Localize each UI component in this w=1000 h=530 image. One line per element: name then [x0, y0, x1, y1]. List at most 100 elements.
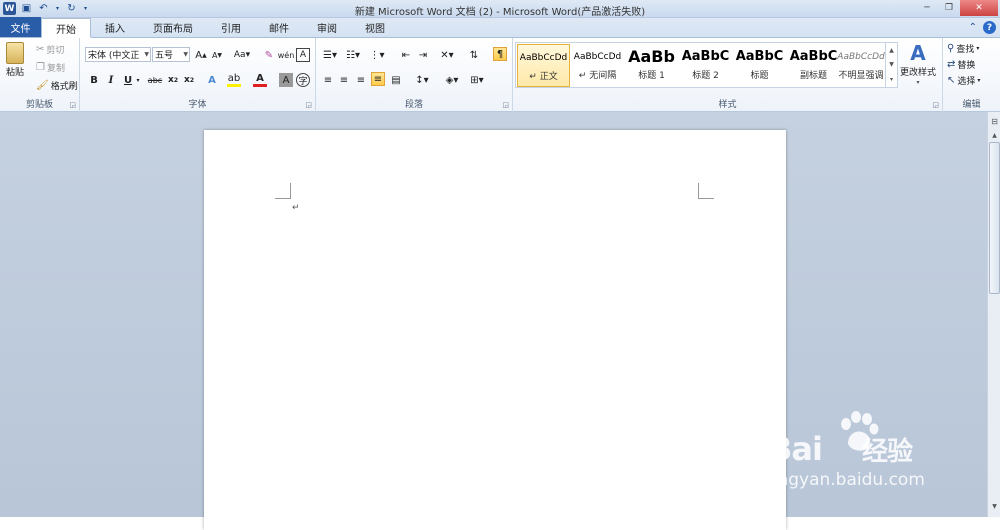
minimize-button[interactable]: ─ [916, 0, 938, 16]
clipboard-group: 粘贴 ✂ 剪切 ❐ 复制 🖌 格式刷 剪贴板 ◲ [0, 38, 80, 112]
phonetic-guide-icon[interactable]: wén [278, 48, 295, 62]
character-border-icon[interactable]: A [296, 48, 310, 62]
style-no-spacing[interactable]: AaBbCcDd ↵ 无间隔 [571, 44, 624, 87]
styles-launcher-icon[interactable]: ◲ [932, 101, 939, 109]
paste-button[interactable]: 粘贴 [6, 42, 24, 78]
paragraph-group-label: 段落 [404, 100, 423, 110]
character-shading-icon[interactable]: A [279, 73, 293, 87]
text-effects-icon[interactable]: A [205, 73, 219, 87]
gallery-scroll[interactable]: ▲ ▼ ▾ [885, 43, 897, 87]
save-icon[interactable]: ▣ [20, 2, 33, 15]
increase-indent-icon[interactable]: ⇥ [416, 48, 430, 62]
document-page[interactable]: ↵ [204, 130, 786, 530]
chevron-down-icon: ▼ [183, 51, 188, 58]
shading-icon[interactable]: ◈▾ [442, 73, 462, 87]
distributed-icon[interactable]: ▤ [389, 73, 403, 87]
shrink-font-icon[interactable]: A ▼ [210, 48, 224, 62]
change-styles-icon: A [910, 41, 926, 65]
minimize-ribbon-icon[interactable]: ⌃ [969, 22, 977, 33]
chevron-down-icon: ▾ [916, 79, 920, 86]
tab-mailings[interactable]: 邮件 [255, 18, 303, 37]
change-case-icon[interactable]: Aa▾ [232, 48, 252, 62]
undo-dropdown-icon[interactable]: ▾ [54, 2, 61, 15]
replace-label: 替换 [957, 61, 976, 71]
style-subtle-emphasis[interactable]: AaBbCcDd 不明显强调 [836, 44, 886, 87]
view-ruler-icon[interactable]: ⊟ [989, 116, 1000, 127]
word-app-icon[interactable]: W [3, 2, 16, 15]
find-button[interactable]: ⚲ 查找 ▾ [947, 42, 979, 55]
tab-view[interactable]: 视图 [351, 18, 399, 37]
tab-page-layout[interactable]: 页面布局 [139, 18, 207, 37]
style-heading-1[interactable]: AaBb 标题 1 [625, 44, 678, 87]
tab-home[interactable]: 开始 [41, 18, 91, 38]
superscript-icon[interactable]: x2 [182, 73, 196, 87]
more-icon[interactable]: ▾ [890, 76, 893, 83]
editing-group-label: 编辑 [962, 100, 981, 110]
clipboard-launcher-icon[interactable]: ◲ [69, 101, 76, 109]
cursor-icon: ↖ [947, 75, 956, 86]
underline-icon[interactable]: U [121, 73, 135, 87]
style-subtitle[interactable]: AaBbC 副标题 [787, 44, 840, 87]
select-button[interactable]: ↖ 选择 ▾ [947, 74, 980, 87]
redo-icon[interactable]: ↻ [65, 2, 78, 15]
clear-formatting-icon[interactable]: ✎ [262, 48, 276, 62]
highlight-color-icon[interactable]: ab [227, 73, 241, 87]
font-name-select[interactable]: 宋体 (中文正 ▼ [85, 47, 151, 62]
subscript-icon[interactable]: x2 [166, 73, 180, 87]
enclose-characters-icon[interactable]: 字 [296, 73, 310, 87]
align-left-icon[interactable]: ≡ [321, 73, 335, 87]
font-size-select[interactable]: 五号 ▼ [152, 47, 190, 62]
multilevel-list-icon[interactable]: ⋮▾ [368, 48, 386, 62]
paragraph-launcher-icon[interactable]: ◲ [502, 101, 509, 109]
scroll-up-icon[interactable]: ▲ [989, 130, 1000, 140]
style-normal[interactable]: AaBbCcDd ↵ 正文 [517, 44, 570, 87]
format-painter-button[interactable]: 🖌 格式刷 [36, 79, 78, 92]
scroll-thumb[interactable] [989, 142, 1000, 294]
cut-button[interactable]: ✂ 剪切 [36, 43, 64, 56]
numbering-icon[interactable]: ☷▾ [344, 48, 362, 62]
close-button[interactable]: ✕ [960, 0, 998, 16]
align-right-icon[interactable]: ≡ [354, 73, 368, 87]
window-title: 新建 Microsoft Word 文档 (2) - Microsoft Wor… [354, 7, 646, 18]
chevron-down-icon: ▼ [144, 51, 149, 58]
decrease-indent-icon[interactable]: ⇤ [399, 48, 413, 62]
grow-font-icon[interactable]: A ▲ [194, 48, 208, 62]
justify-icon[interactable]: ≡ [371, 72, 385, 86]
change-styles-button[interactable]: A 更改样式 ▾ [900, 42, 936, 86]
borders-icon[interactable]: ⊞▾ [467, 73, 487, 87]
bullets-icon[interactable]: ☰▾ [321, 48, 339, 62]
maximize-button[interactable]: ❐ [938, 0, 960, 16]
scroll-down-icon[interactable]: ▼ [989, 501, 1000, 511]
copy-button[interactable]: ❐ 复制 [36, 61, 65, 74]
bold-icon[interactable]: B [87, 73, 101, 87]
help-icon[interactable]: ? [983, 21, 996, 34]
strikethrough-icon[interactable]: abc [146, 73, 164, 87]
crop-mark-top-right [698, 183, 714, 199]
customize-qat-icon[interactable]: ▾ [82, 2, 89, 15]
paragraph-mark-icon: ↵ [292, 203, 300, 213]
chevron-up-icon[interactable]: ▲ [889, 47, 894, 54]
line-spacing-icon[interactable]: ↕▾ [412, 73, 432, 87]
underline-dropdown-icon[interactable]: ▾ [134, 73, 142, 87]
tab-insert[interactable]: 插入 [91, 18, 139, 37]
font-launcher-icon[interactable]: ◲ [305, 101, 312, 109]
style-title[interactable]: AaBbC 标题 [733, 44, 786, 87]
replace-button[interactable]: ⇄ 替换 [947, 58, 975, 71]
tab-file[interactable]: 文件 [0, 17, 41, 37]
undo-icon[interactable]: ↶ [37, 2, 50, 15]
vertical-scrollbar[interactable]: ⊟ ▲ ▼ [987, 112, 1000, 517]
align-center-icon[interactable]: ≡ [337, 73, 351, 87]
tab-references[interactable]: 引用 [207, 18, 255, 37]
font-group: 宋体 (中文正 ▼ 五号 ▼ A ▲ A ▼ Aa▾ ✎ wén A B I U ▾… [80, 38, 316, 112]
paragraph-group: ☰▾ ☷▾ ⋮▾ ⇤ ⇥ ✕▾ ⇅ ¶ ≡ ≡ ≡ ≡ ▤ ↕▾ ◈▾ ⊞▾ 段… [316, 38, 513, 112]
format-painter-label: 格式刷 [50, 82, 78, 92]
style-heading-2[interactable]: AaBbC 标题 2 [679, 44, 732, 87]
find-label: 查找 [956, 45, 975, 55]
tab-review[interactable]: 审阅 [303, 18, 351, 37]
font-color-icon[interactable]: A [253, 73, 267, 87]
chevron-down-icon[interactable]: ▼ [889, 61, 894, 68]
italic-icon[interactable]: I [104, 73, 118, 87]
sort-icon[interactable]: ⇅ [467, 48, 481, 62]
chinese-layout-icon[interactable]: ✕▾ [437, 48, 457, 62]
show-formatting-marks-icon[interactable]: ¶ [493, 47, 507, 61]
